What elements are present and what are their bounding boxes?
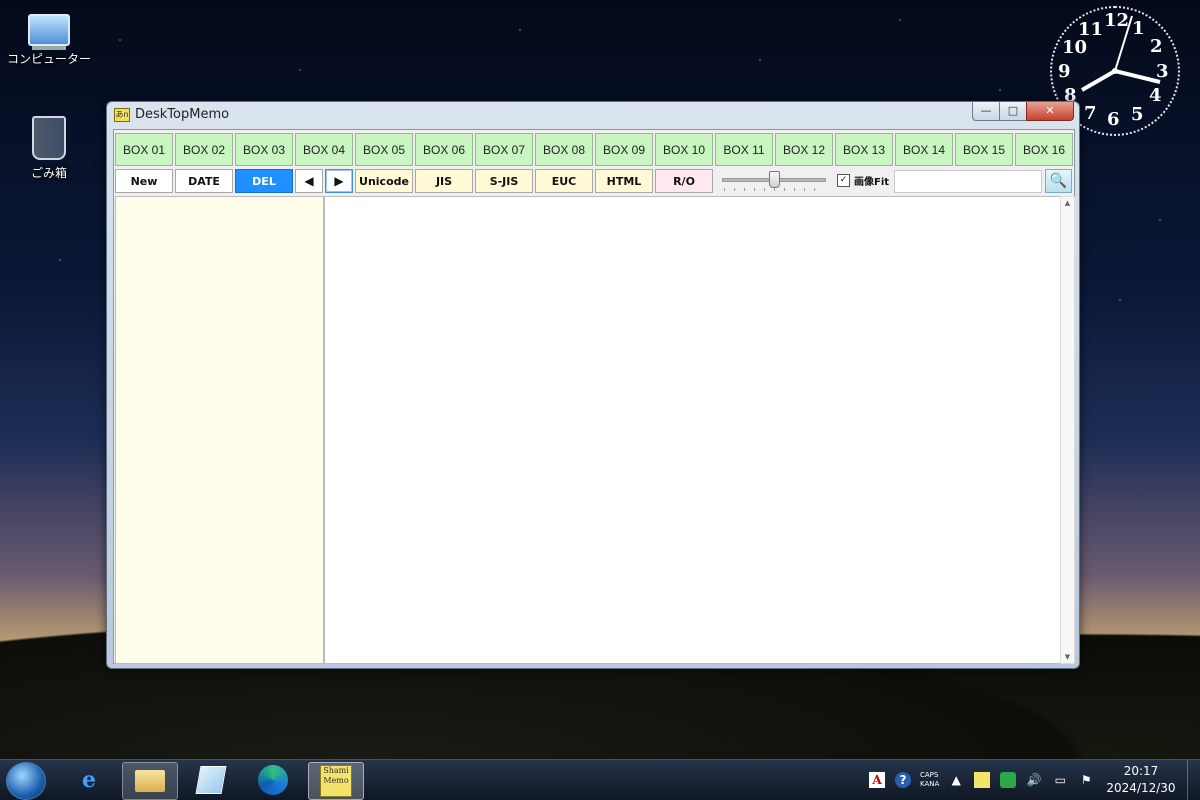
image-fit-label: 画像Fit [854,177,890,188]
help-icon[interactable]: ? [895,772,911,788]
scroll-down-icon[interactable]: ▼ [1061,651,1074,663]
box-button[interactable]: BOX 14 [895,133,953,166]
box-button[interactable]: BOX 15 [955,133,1013,166]
desktop-icon-computer[interactable]: コンピューター [4,8,94,67]
computer-icon [28,14,70,46]
ime-status[interactable]: CAPS KANA [920,771,939,789]
image-fit-option[interactable]: ✓ 画像Fit [837,173,889,188]
box-button[interactable]: BOX 12 [775,133,833,166]
security-check-icon[interactable] [1000,772,1017,788]
box-button[interactable]: BOX 10 [655,133,713,166]
next-arrow-button[interactable]: ▶ [325,169,353,193]
desktop-icon-label: ごみ箱 [30,166,67,180]
caps-label: CAPS [920,771,939,779]
desktop-icon-label: コンピューター [6,52,91,66]
slider-ticks [724,188,824,191]
box-button[interactable]: BOX 06 [415,133,473,166]
html-button[interactable]: HTML [595,169,653,193]
clock-time: 20:17 [1123,764,1159,778]
new-button[interactable]: New [115,169,173,193]
box-button[interactable]: BOX 08 [535,133,593,166]
taskbar-clock[interactable]: 20:17 2024/12/30 [1098,763,1184,797]
box-button[interactable]: BOX 09 [595,133,653,166]
show-hidden-icons-chevron-icon[interactable]: ▲ [948,772,964,788]
zoom-slider[interactable] [720,171,828,191]
toolbar: New DATE DEL ◀ ▶ Unicode JIS S-JIS EUC H… [115,169,713,193]
unicode-button[interactable]: Unicode [355,169,413,193]
kana-label: KANA [920,780,940,788]
taskbar-edge[interactable] [246,762,300,798]
read-only-button[interactable]: R/O [655,169,713,193]
search-input[interactable] [894,170,1042,193]
box-button[interactable]: BOX 04 [295,133,353,166]
close-button[interactable]: ✕ [1026,102,1074,121]
memo-list-pane[interactable] [115,196,324,664]
maximize-button[interactable]: □ [999,102,1027,121]
desktop-icon-recycle-bin[interactable]: ごみ箱 [4,116,94,181]
taskbar-file-explorer[interactable] [122,762,178,800]
box-button[interactable]: BOX 01 [115,133,173,166]
editor-scrollbar[interactable]: ▲ ▼ [1060,196,1075,664]
box-tab-row: BOX 01 BOX 02 BOX 03 BOX 04 BOX 05 BOX 06 BOX … [115,133,1073,166]
search-icon[interactable]: 🔍 [1045,169,1072,193]
folder-icon [135,770,165,792]
title-bar[interactable]: あn DeskTopMemo — □ ✕ [107,102,1079,128]
clock-date: 2024/12/30 [1106,781,1176,795]
app-icon[interactable]: あn [114,108,130,122]
shami-memo-icon: Shami Memo [320,765,352,797]
date-button[interactable]: DATE [175,169,233,193]
notepad-icon [195,766,227,794]
box-button[interactable]: BOX 13 [835,133,893,166]
taskbar-internet-explorer[interactable]: e [62,762,116,798]
box-button[interactable]: BOX 07 [475,133,533,166]
desktop-memo-window[interactable]: あn DeskTopMemo — □ ✕ BOX 01 BOX 02 BOX 03 B… [106,101,1080,669]
shami-memo-tray-icon[interactable] [974,772,991,788]
taskbar-shami-memo[interactable]: Shami Memo [308,762,364,800]
adobe-icon[interactable]: A [869,772,885,788]
recycle-bin-icon [32,116,66,160]
image-fit-checkbox[interactable]: ✓ [837,174,850,187]
delete-button[interactable]: DEL [235,169,293,193]
sjis-button[interactable]: S-JIS [475,169,533,193]
minimize-button[interactable]: — [972,102,1000,121]
taskbar-notes[interactable] [184,762,238,798]
prev-arrow-button[interactable]: ◀ [295,169,323,193]
box-button[interactable]: BOX 02 [175,133,233,166]
box-button[interactable]: BOX 16 [1015,133,1073,166]
show-desktop-button[interactable] [1187,760,1200,800]
volume-icon[interactable]: 🔊 [1026,772,1042,788]
network-icon[interactable]: ▭ [1052,772,1068,788]
box-button[interactable]: BOX 05 [355,133,413,166]
scroll-up-icon[interactable]: ▲ [1061,197,1074,209]
box-button[interactable]: BOX 03 [235,133,293,166]
memo-text-editor[interactable] [324,196,1061,664]
action-center-flag-icon[interactable]: ⚑ [1078,772,1094,788]
slider-thumb[interactable] [769,171,780,188]
euc-button[interactable]: EUC [535,169,593,193]
window-title: DeskTopMemo [135,107,230,122]
window-client-area: BOX 01 BOX 02 BOX 03 BOX 04 BOX 05 BOX 06 BOX … [113,129,1075,664]
system-tray: A ? CAPS KANA ▲ 🔊 ▭ ⚑ [864,768,1099,792]
jis-button[interactable]: JIS [415,169,473,193]
edge-icon [258,765,288,795]
start-button[interactable] [6,762,46,800]
taskbar: e Shami Memo A ? CAPS KANA ▲ 🔊 ▭ ⚑ 20:17… [0,759,1200,800]
box-button[interactable]: BOX 11 [715,133,773,166]
